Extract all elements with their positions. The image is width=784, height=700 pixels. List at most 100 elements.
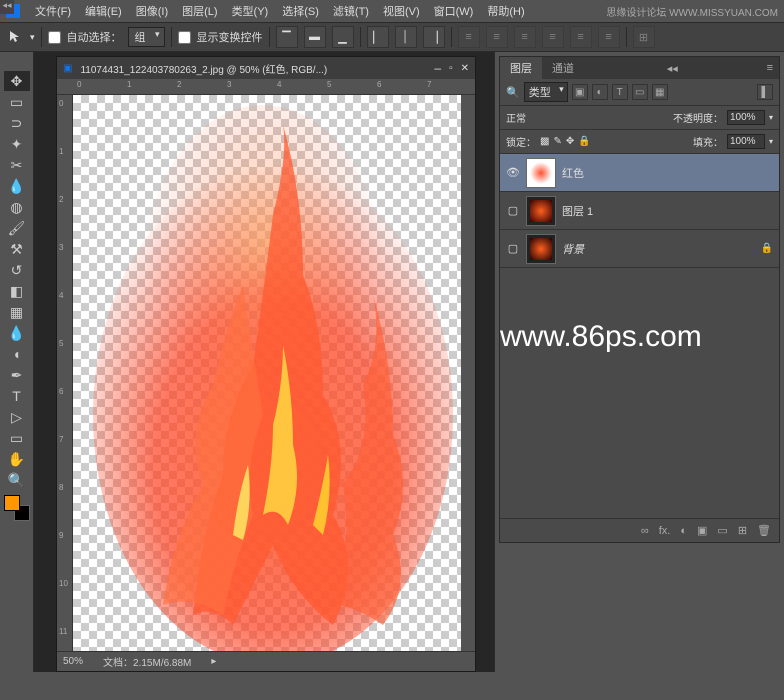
menu-type[interactable]: 类型(Y) — [225, 1, 276, 21]
layer-name[interactable]: 红色 — [562, 165, 584, 181]
canvas[interactable] — [73, 95, 461, 651]
opacity-input[interactable] — [727, 110, 765, 125]
type-tool[interactable]: T — [4, 386, 30, 406]
layer-name[interactable]: 图层 1 — [562, 203, 593, 219]
layer-thumb[interactable] — [526, 196, 556, 226]
filter-smart-icon[interactable]: ▦ — [652, 84, 668, 100]
menu-view[interactable]: 视图(V) — [376, 1, 427, 21]
menu-file[interactable]: 文件(F) — [28, 1, 78, 21]
fx-icon[interactable]: fx. — [659, 525, 671, 537]
tab-layers[interactable]: 图层 — [500, 57, 542, 79]
zoom-level[interactable]: 50% — [63, 656, 83, 667]
lock-all-icon[interactable]: 🔒 — [578, 136, 590, 147]
document-tab[interactable]: ▣ 11074431_122403780263_2.jpg @ 50% (红色,… — [57, 57, 475, 79]
layer-thumb[interactable] — [526, 158, 556, 188]
filter-select[interactable]: 类型 — [524, 82, 568, 102]
move-tool[interactable]: ✥ — [4, 71, 30, 91]
dist-hcenter-icon[interactable]: ≡ — [570, 26, 592, 48]
align-left-icon[interactable]: ▏ — [367, 26, 389, 48]
trash-icon[interactable]: 🗑 — [757, 524, 771, 537]
blend-mode-select[interactable]: 正常 — [506, 110, 596, 125]
info-arrow-icon[interactable]: ▸ — [211, 656, 216, 667]
history-brush-tool[interactable]: ↺ — [4, 260, 30, 280]
chevron-down-icon[interactable]: ▾ — [769, 137, 773, 146]
heal-tool[interactable]: ◍ — [4, 197, 30, 217]
dist-left-icon[interactable]: ≡ — [542, 26, 564, 48]
crop-tool[interactable]: ✂ — [4, 155, 30, 175]
foreground-color[interactable] — [4, 495, 20, 511]
close-icon[interactable]: ✕ — [461, 63, 469, 74]
brush-tool[interactable]: 🖌 — [4, 218, 30, 238]
layer-row[interactable]: ▢ 图层 1 — [500, 192, 779, 230]
align-vcenter-icon[interactable]: ▬ — [304, 26, 326, 48]
menu-help[interactable]: 帮助(H) — [480, 1, 531, 21]
auto-align-icon[interactable]: ⊞ — [633, 26, 655, 48]
visibility-icon[interactable]: 👁 — [506, 166, 520, 180]
show-transform-checkbox[interactable] — [178, 31, 191, 44]
dist-vcenter-icon[interactable]: ≡ — [486, 26, 508, 48]
align-bottom-icon[interactable]: ▁ — [332, 26, 354, 48]
adjust-icon[interactable]: ▣ — [697, 524, 707, 537]
fill-input[interactable] — [727, 134, 765, 149]
align-top-icon[interactable]: ▔ — [276, 26, 298, 48]
flame-artwork — [73, 95, 461, 651]
dist-top-icon[interactable]: ≡ — [458, 26, 480, 48]
target-select[interactable]: 组 — [128, 27, 165, 47]
layer-thumb[interactable] — [526, 234, 556, 264]
maximize-icon[interactable]: ▫ — [449, 63, 453, 74]
lock-trans-icon[interactable]: ▩ — [540, 136, 549, 147]
menu-select[interactable]: 选择(S) — [275, 1, 326, 21]
group-icon[interactable]: ▭ — [717, 524, 727, 537]
menu-filter[interactable]: 滤镜(T) — [326, 1, 376, 21]
dist-right-icon[interactable]: ≡ — [598, 26, 620, 48]
zoom-tool[interactable]: 🔍 — [4, 470, 30, 490]
minimize-icon[interactable]: – — [434, 61, 441, 75]
eyedropper-tool[interactable]: 💧 — [4, 176, 30, 196]
path-tool[interactable]: ▷ — [4, 407, 30, 427]
lock-pos-icon[interactable]: ✥ — [566, 136, 574, 147]
marquee-tool[interactable]: ▭ — [4, 92, 30, 112]
chevron-down-icon[interactable]: ▾ — [769, 113, 773, 122]
filter-type-icon[interactable]: T — [612, 84, 628, 100]
new-layer-icon[interactable]: ⊞ — [738, 524, 747, 537]
tab-channels[interactable]: 通道 — [542, 57, 584, 79]
dodge-tool[interactable]: ◖ — [4, 344, 30, 364]
menu-edit[interactable]: 编辑(E) — [78, 1, 129, 21]
panel-collapse-icon[interactable]: ◂◂ — [661, 62, 684, 75]
filter-adjust-icon[interactable]: ◐ — [592, 84, 608, 100]
layer-row[interactable]: ▢ 背景 🔒 — [500, 230, 779, 268]
mask-icon[interactable]: ◐ — [680, 525, 687, 537]
layer-name[interactable]: 背景 — [562, 241, 584, 257]
layer-row[interactable]: 👁 红色 — [500, 154, 779, 192]
doc-info[interactable]: 文档：2.15M/6.88M — [103, 654, 191, 669]
menu-window[interactable]: 窗口(W) — [427, 1, 481, 21]
lock-brush-icon[interactable]: ✎ — [553, 136, 561, 147]
menu-image[interactable]: 图像(I) — [129, 1, 175, 21]
color-swatches[interactable] — [4, 495, 30, 521]
align-hcenter-icon[interactable]: │ — [395, 26, 417, 48]
visibility-icon[interactable]: ▢ — [506, 204, 520, 218]
visibility-icon[interactable]: ▢ — [506, 242, 520, 256]
blur-tool[interactable]: 💧 — [4, 323, 30, 343]
hand-tool[interactable]: ✋ — [4, 449, 30, 469]
panel-menu-icon[interactable]: ≡ — [761, 62, 779, 74]
align-right-icon[interactable]: ▕ — [423, 26, 445, 48]
chevron-down-icon[interactable]: ▾ — [30, 32, 35, 43]
lasso-tool[interactable]: ⊃ — [4, 113, 30, 133]
panel-tabs: 图层 通道 ◂◂ ≡ — [500, 57, 779, 79]
filter-toggle[interactable]: ▌ — [757, 84, 773, 100]
document-window: ▣ 11074431_122403780263_2.jpg @ 50% (红色,… — [56, 56, 476, 672]
stamp-tool[interactable]: ⚒ — [4, 239, 30, 259]
collapse-icon[interactable]: ◂◂ — [0, 0, 14, 14]
eraser-tool[interactable]: ◧ — [4, 281, 30, 301]
wand-tool[interactable]: ✦ — [4, 134, 30, 154]
shape-tool[interactable]: ▭ — [4, 428, 30, 448]
auto-select-checkbox[interactable] — [48, 31, 61, 44]
gradient-tool[interactable]: ▦ — [4, 302, 30, 322]
pen-tool[interactable]: ✒ — [4, 365, 30, 385]
link-icon[interactable]: ∞ — [641, 525, 649, 537]
filter-pixel-icon[interactable]: ▣ — [572, 84, 588, 100]
dist-bottom-icon[interactable]: ≡ — [514, 26, 536, 48]
menu-layer[interactable]: 图层(L) — [175, 1, 224, 21]
filter-shape-icon[interactable]: ▭ — [632, 84, 648, 100]
